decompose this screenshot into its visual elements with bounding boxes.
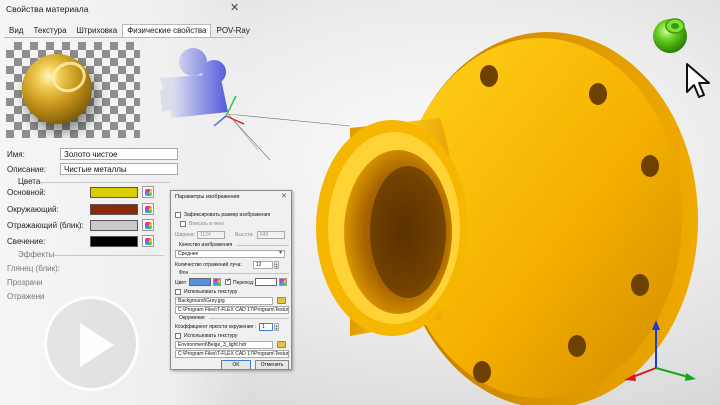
play-icon bbox=[80, 323, 114, 367]
reflections-spinner[interactable]: ▴ ▾ bbox=[274, 261, 279, 269]
color-picker-icon[interactable] bbox=[142, 203, 154, 215]
env-brightness-spinner[interactable]: ▴ ▾ bbox=[274, 323, 279, 331]
quality-select[interactable]: Среднее bbox=[175, 250, 285, 258]
color-label-specular: Отражающий (блик): bbox=[7, 221, 84, 230]
color-picker-icon[interactable] bbox=[142, 186, 154, 198]
bolt-hole bbox=[568, 335, 586, 357]
color-label-emission: Свечение: bbox=[7, 237, 46, 246]
effects-row: Отражени bbox=[7, 292, 45, 301]
effects-row: Прозрачн bbox=[7, 278, 43, 287]
description-field[interactable]: Чистые металлы bbox=[60, 163, 178, 175]
gradient-label: Переход: bbox=[233, 280, 255, 286]
color-swatch-specular[interactable] bbox=[90, 220, 138, 231]
bolt-hole bbox=[641, 155, 659, 177]
tab-divider bbox=[4, 37, 244, 38]
ok-button[interactable]: OK bbox=[221, 360, 251, 369]
folder-icon[interactable] bbox=[277, 341, 286, 348]
tab-bar: Вид Текстура Штриховка Физические свойст… bbox=[4, 24, 255, 38]
height-input[interactable]: 840 bbox=[257, 231, 285, 239]
quality-group-line bbox=[237, 245, 289, 246]
color-swatch-main[interactable] bbox=[90, 187, 138, 198]
gradient-checkbox[interactable] bbox=[225, 277, 231, 285]
bore-inner-shadow bbox=[370, 166, 446, 298]
close-icon[interactable]: ✕ bbox=[230, 1, 239, 14]
name-field[interactable]: Золото чистое bbox=[60, 148, 178, 160]
env-brightness-input[interactable]: 1 bbox=[259, 323, 273, 331]
play-button[interactable] bbox=[44, 296, 139, 391]
width-input[interactable]: 1124 bbox=[197, 231, 225, 239]
colors-group-line bbox=[40, 182, 170, 183]
environment-group-label: Окружение bbox=[179, 315, 205, 321]
panel-title: Свойства материала bbox=[6, 4, 89, 14]
background-group-line bbox=[191, 273, 289, 274]
close-icon[interactable]: ✕ bbox=[281, 192, 287, 200]
dialog-title: Параметры изображения bbox=[175, 194, 240, 200]
env-texture-checkbox[interactable] bbox=[175, 333, 181, 339]
bg-texture-input[interactable]: Background\Grey.jpg bbox=[175, 297, 273, 305]
effects-group-label: Эффекты bbox=[18, 250, 55, 259]
color-swatch-ambient[interactable] bbox=[90, 204, 138, 215]
green-ball-icon[interactable] bbox=[650, 12, 690, 56]
fix-size-label: Зафиксировать размер изображения bbox=[184, 212, 271, 218]
bolt-hole bbox=[589, 83, 607, 105]
color-label-ambient: Окружающий: bbox=[7, 205, 59, 214]
tab-povray[interactable]: POV-Ray bbox=[211, 24, 254, 38]
material-preview bbox=[6, 42, 140, 138]
bg-texture-label: Использовать текстуру bbox=[184, 289, 238, 295]
bg-color-swatch[interactable] bbox=[189, 278, 211, 286]
name-label: Имя: bbox=[7, 150, 25, 159]
env-texture-path[interactable]: C:\Program Files\T-FLEX CAD 17\Program\T… bbox=[175, 350, 289, 358]
width-label: Ширина: bbox=[175, 232, 195, 238]
description-label: Описание: bbox=[7, 165, 47, 174]
effects-row: Глянец (блик): bbox=[7, 264, 60, 273]
fit-window-checkbox[interactable] bbox=[180, 221, 186, 227]
color-picker-icon[interactable] bbox=[142, 219, 154, 231]
env-texture-label: Использовать текстуру bbox=[184, 333, 238, 339]
bg-texture-path[interactable]: C:\Program Files\T-FLEX CAD 17\Program\T… bbox=[175, 306, 289, 314]
bolt-hole bbox=[473, 361, 491, 383]
environment-group-line bbox=[209, 318, 289, 319]
reflections-label: Количество отражений луча: bbox=[175, 262, 242, 268]
axes-triad-icon bbox=[624, 320, 696, 381]
tab-view[interactable]: Вид bbox=[4, 24, 28, 38]
fit-window-label: Вписать в окно bbox=[189, 221, 224, 227]
env-brightness-label: Коэффициент яркости окружения : bbox=[175, 324, 257, 330]
color-swatch-emission[interactable] bbox=[90, 236, 138, 247]
color-picker-icon[interactable] bbox=[142, 235, 154, 247]
reflections-input[interactable]: 12 bbox=[253, 261, 273, 269]
tab-physical-properties[interactable]: Физические свойства bbox=[122, 24, 212, 38]
env-texture-input[interactable]: Environment\Beige_3_light.hdr bbox=[175, 341, 273, 349]
effects-group-line bbox=[54, 255, 164, 256]
color-picker-icon[interactable] bbox=[279, 278, 287, 286]
background-group-label: Фон bbox=[179, 270, 189, 276]
quality-group-label: Качество изображения bbox=[179, 242, 233, 248]
image-params-dialog: Параметры изображения ✕ Зафиксировать ра… bbox=[170, 190, 292, 370]
colors-group-label: Цвета bbox=[18, 177, 41, 186]
bolt-hole bbox=[631, 274, 649, 296]
cancel-button[interactable]: Отменить bbox=[255, 360, 289, 369]
bolt-hole bbox=[480, 65, 498, 87]
bg-texture-checkbox[interactable] bbox=[175, 289, 181, 295]
folder-icon[interactable] bbox=[277, 297, 286, 304]
bg-color-label: Цвет: bbox=[175, 280, 188, 286]
tab-hatch[interactable]: Штриховка bbox=[72, 24, 123, 38]
gradient-color-swatch[interactable] bbox=[255, 278, 277, 286]
mouse-cursor-icon bbox=[686, 63, 710, 98]
tab-texture[interactable]: Текстура bbox=[28, 24, 71, 38]
color-label-main: Основной: bbox=[7, 188, 46, 197]
height-label: Высота: bbox=[235, 232, 254, 238]
fix-size-checkbox[interactable] bbox=[175, 212, 181, 218]
color-picker-icon[interactable] bbox=[213, 278, 221, 286]
